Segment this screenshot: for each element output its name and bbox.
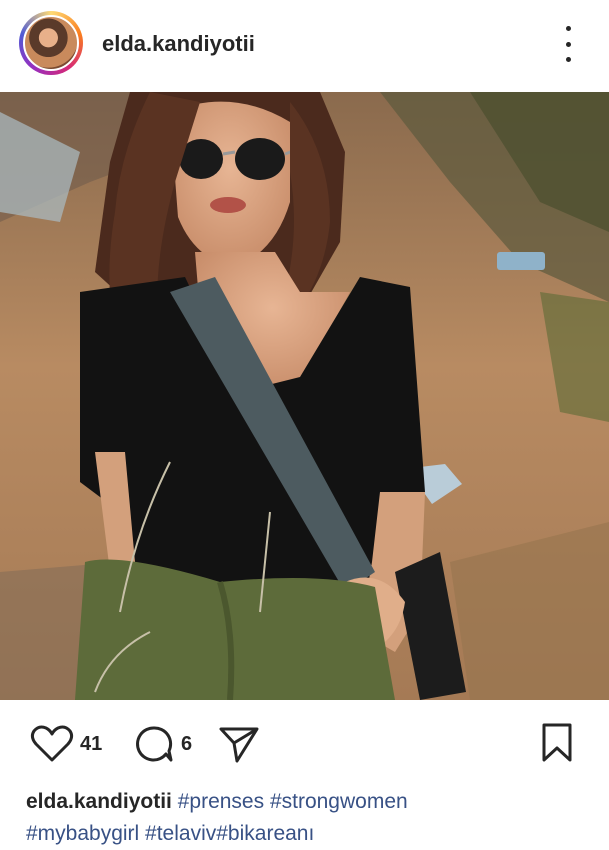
post-username[interactable]: elda.kandiyotii — [102, 31, 255, 57]
share-action[interactable] — [218, 724, 260, 764]
caption-line-1: elda.kandiyotii #prenses #strongwomen — [26, 786, 586, 818]
comment-count: 6 — [181, 732, 193, 755]
like-count: 41 — [80, 732, 103, 755]
hashtags-line-2[interactable]: #mybabygirl #telaviv#bikareanı — [26, 822, 314, 845]
send-icon[interactable] — [218, 724, 260, 764]
action-bar: 41 6 — [0, 700, 609, 780]
comment-icon[interactable] — [133, 724, 175, 764]
story-ring[interactable] — [19, 11, 83, 75]
more-options-icon[interactable] — [558, 26, 578, 62]
avatar[interactable] — [23, 15, 79, 71]
caption-username[interactable]: elda.kandiyotii — [26, 790, 172, 813]
bookmark-icon[interactable] — [539, 722, 575, 764]
hashtags-line-1[interactable]: #prenses #strongwomen — [178, 790, 408, 813]
comment-action[interactable]: 6 — [133, 724, 192, 764]
post-photo[interactable] — [0, 92, 609, 700]
post-header: elda.kandiyotii — [0, 0, 609, 92]
post-caption: elda.kandiyotii #prenses #strongwomen #m… — [26, 786, 586, 850]
save-action[interactable] — [539, 722, 575, 764]
caption-line-2: #mybabygirl #telaviv#bikareanı — [26, 818, 586, 850]
photo-illustration — [0, 92, 609, 700]
heart-icon[interactable] — [30, 724, 74, 764]
like-action[interactable]: 41 — [30, 724, 102, 764]
